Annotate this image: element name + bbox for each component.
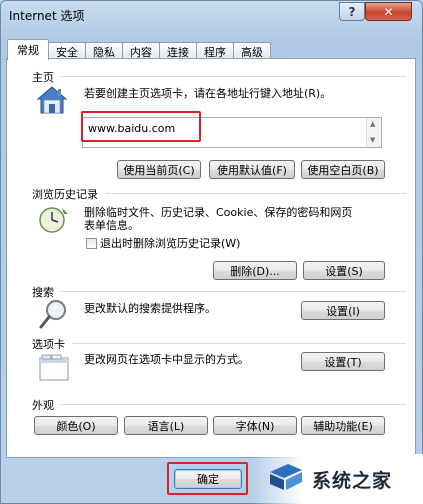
history-description-line1: 删除临时文件、历史记录、Cookie、保存的密码和网页 — [84, 206, 353, 219]
search-settings-button[interactable]: 设置(I) — [301, 301, 385, 320]
scroll-up-icon[interactable]: ▲ — [370, 120, 375, 128]
history-description-line2: 表单信息。 — [84, 219, 139, 232]
url-scrollbar[interactable]: ▲ ▼ — [366, 118, 381, 147]
homepage-section-label: 主页 — [32, 71, 54, 84]
use-current-page-button[interactable]: 使用当前页(C) — [117, 160, 201, 179]
window-title: Internet 选项 — [9, 9, 85, 23]
homepage-separator — [60, 76, 406, 77]
fonts-button[interactable]: 字体(N) — [213, 416, 297, 435]
tabs-section-label: 选项卡 — [32, 338, 65, 351]
delete-on-exit-label[interactable]: 退出时删除浏览历史记录(W) — [100, 237, 240, 251]
search-description: 更改默认的搜索提供程序。 — [84, 302, 216, 315]
help-button[interactable]: ? — [339, 2, 365, 21]
use-default-button[interactable]: 使用默认值(F) — [209, 160, 295, 179]
history-settings-button[interactable]: 设置(S) — [303, 261, 385, 280]
history-separator — [106, 193, 406, 194]
appearance-separator — [60, 404, 406, 405]
colors-button[interactable]: 颜色(O) — [34, 416, 118, 435]
magnifier-icon — [39, 300, 66, 329]
house-icon — [36, 86, 68, 114]
tab-general[interactable]: 常规 — [7, 39, 49, 60]
watermark-logo-icon — [270, 464, 302, 490]
appearance-section-label: 外观 — [32, 399, 54, 412]
close-button[interactable]: ✕ — [365, 2, 412, 21]
scroll-down-icon[interactable]: ▼ — [370, 136, 375, 144]
tabs-settings-button[interactable]: 设置(T) — [301, 352, 385, 371]
homepage-description: 若要创建主页选项卡，请在各地址行键入地址(R)。 — [84, 87, 332, 100]
tabs-separator — [72, 343, 406, 344]
watermark: 系统之家 — [252, 454, 423, 504]
tab-strip: 常规 安全 隐私 内容 连接 程序 高级 — [7, 39, 271, 60]
use-blank-page-button[interactable]: 使用空白页(B) — [301, 160, 385, 179]
tabbed-window-icon — [39, 354, 69, 381]
ok-highlight-box — [167, 462, 248, 495]
languages-button[interactable]: 语言(L) — [124, 416, 208, 435]
history-clock-icon — [39, 207, 68, 233]
delete-history-button[interactable]: 删除(D)... — [213, 261, 297, 280]
delete-on-exit-checkbox[interactable] — [86, 238, 97, 249]
history-section-label: 浏览历史记录 — [32, 188, 98, 201]
accessibility-button[interactable]: 辅助功能(E) — [301, 416, 385, 435]
tabs-description: 更改网页在选项卡中显示的方式。 — [84, 353, 249, 366]
watermark-text: 系统之家 — [312, 470, 393, 492]
url-highlight-box — [81, 111, 201, 142]
search-separator — [60, 291, 406, 292]
